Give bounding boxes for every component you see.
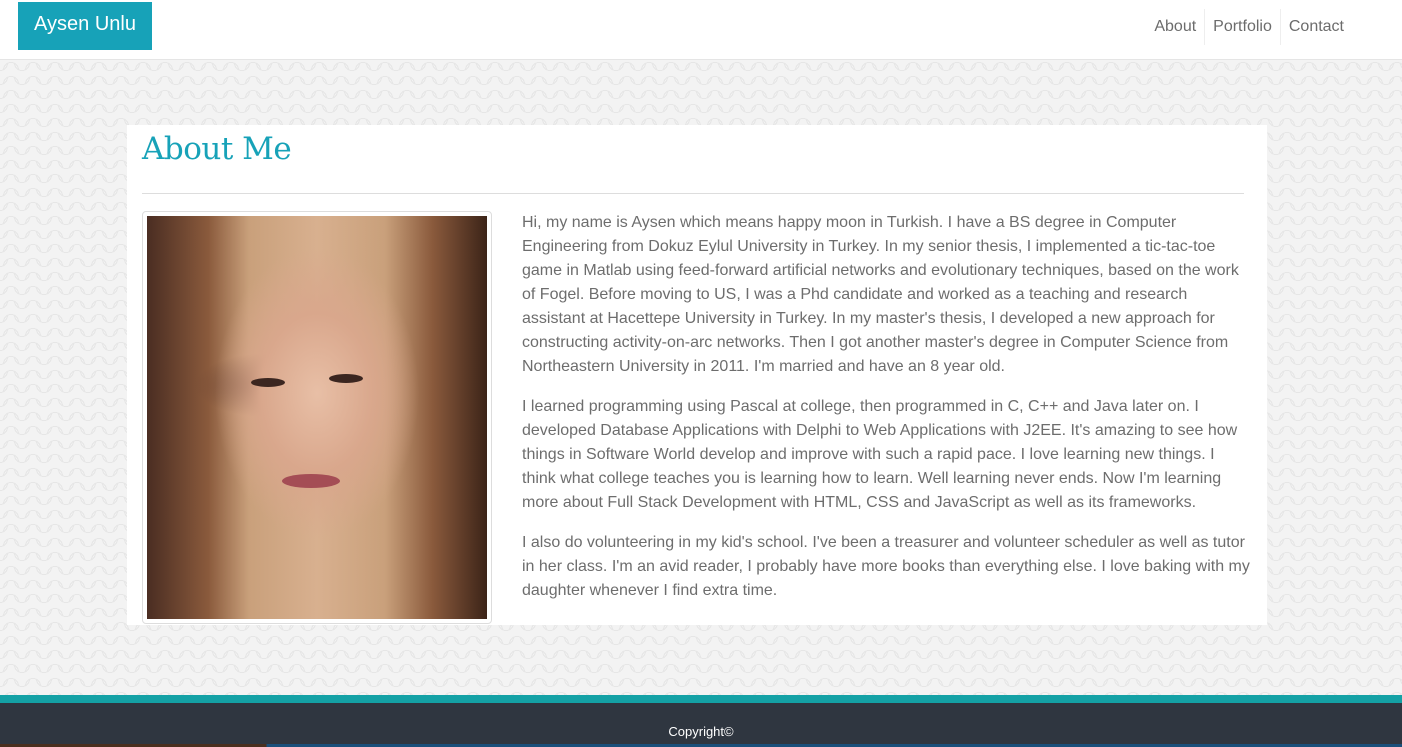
bio-paragraph: I also do volunteering in my kid's schoo… (522, 534, 1250, 599)
bio-text: Hi, my name is Aysen which means happy m… (522, 211, 1252, 619)
photo-eye-left (251, 378, 285, 387)
nav-link-contact[interactable]: Contact (1279, 9, 1352, 45)
footer: Copyright© (0, 703, 1402, 747)
brand-link[interactable]: Aysen Unlu (18, 2, 152, 50)
profile-photo-frame (142, 211, 492, 624)
title-divider (142, 193, 1244, 194)
photo-eye-right (329, 374, 363, 383)
profile-photo (147, 216, 487, 619)
nav-link-portfolio[interactable]: Portfolio (1204, 9, 1280, 45)
photo-lips (282, 474, 340, 488)
nav-link-about[interactable]: About (1146, 9, 1204, 45)
footer-accent-bar (0, 695, 1402, 703)
about-panel: About Me Hi, my name is Aysen which mean… (127, 125, 1267, 625)
nav-links: About Portfolio Contact (1146, 9, 1352, 45)
page-title: About Me (142, 131, 292, 167)
navbar: Aysen Unlu About Portfolio Contact (0, 0, 1402, 60)
copyright-text: Copyright© (668, 724, 734, 739)
bio-paragraph: I learned programming using Pascal at co… (522, 398, 1238, 511)
bio-paragraph: Hi, my name is Aysen which means happy m… (522, 214, 1239, 375)
